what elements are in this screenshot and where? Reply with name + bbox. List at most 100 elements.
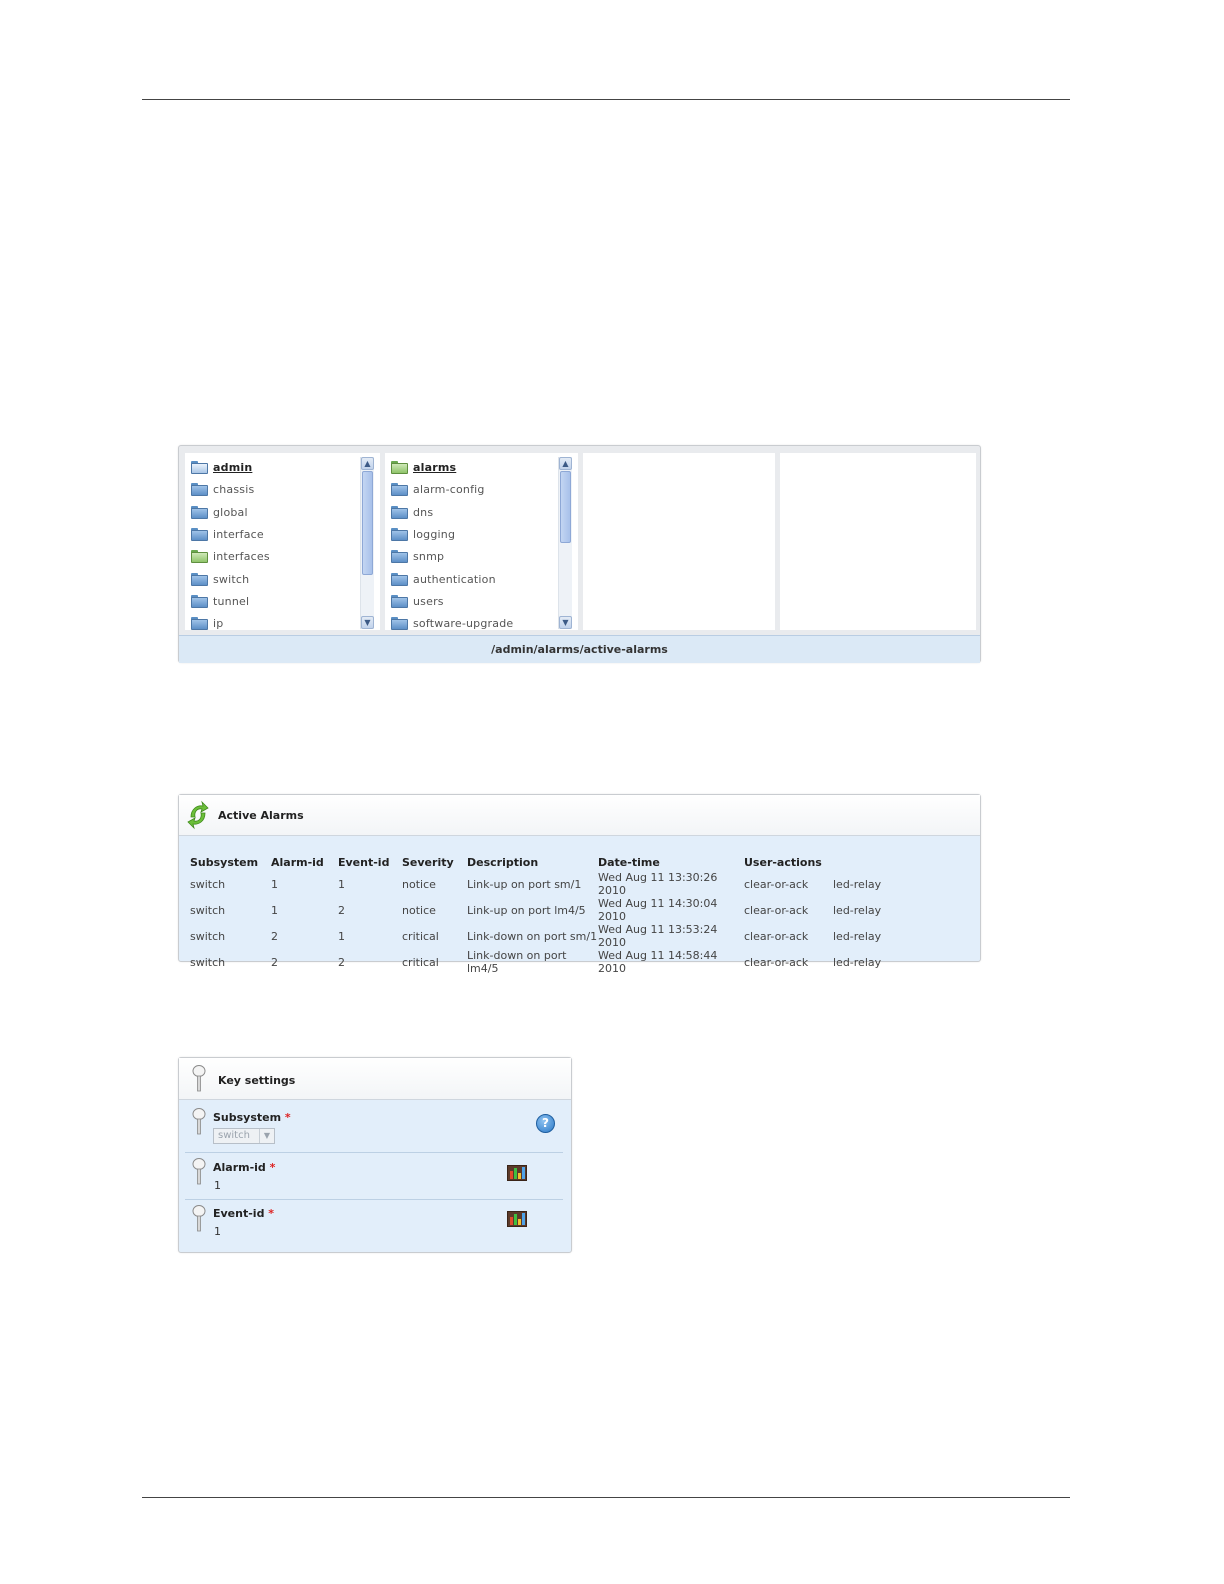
table-row[interactable]: switch 1 1 notice Link-up on port sm/1 W… (190, 871, 893, 897)
field-label: Subsystem * (213, 1111, 291, 1124)
scroll-thumb[interactable] (560, 471, 571, 543)
tree-item-snmp[interactable]: snmp (391, 546, 444, 566)
tree-item-label: alarm-config (413, 482, 485, 496)
tree-item-chassis[interactable]: chassis (191, 479, 254, 499)
column-header[interactable]: Event-id (338, 853, 402, 871)
browser-column-2: alarms alarm-config dns logging snmp aut… (385, 453, 578, 630)
tree-item-alarms[interactable]: alarms (391, 457, 456, 477)
tree-item-users[interactable]: users (391, 591, 444, 611)
cell-date-time: Wed Aug 11 13:30:26 2010 (598, 871, 718, 897)
scroll-down-arrow-icon[interactable]: ▼ (361, 616, 374, 629)
folder-icon (191, 572, 208, 586)
tree-item-logging[interactable]: logging (391, 524, 455, 544)
tree-item-interfaces[interactable]: interfaces (191, 546, 270, 566)
cell-date-time: Wed Aug 11 14:58:44 2010 (598, 949, 718, 975)
folder-icon (391, 482, 408, 496)
action-led-relay[interactable]: led-relay (833, 871, 893, 897)
table-row[interactable]: switch 2 1 critical Link-down on port sm… (190, 923, 893, 949)
scroll-down-arrow-icon[interactable]: ▼ (559, 616, 572, 629)
column-header[interactable]: Date-time (598, 853, 744, 871)
action-clear-or-ack[interactable]: clear-or-ack (744, 871, 833, 897)
tree-item-ip[interactable]: ip (191, 613, 223, 633)
tree-item-label: software-upgrade (413, 616, 514, 630)
panel-title: Active Alarms (218, 809, 304, 822)
cell-alarm-id: 2 (271, 929, 278, 943)
help-icon[interactable]: ? (536, 1114, 555, 1133)
bar-chart-icon[interactable] (507, 1211, 527, 1227)
cell-severity: notice (402, 877, 436, 891)
action-clear-or-ack[interactable]: clear-or-ack (744, 949, 833, 975)
tree-item-label: logging (413, 527, 456, 541)
path-bar: /admin/alarms/active-alarms (179, 635, 980, 663)
browser-column-1: admin chassis global interface interface… (185, 453, 380, 630)
tree-item-label: interface (213, 527, 264, 541)
key-row-event-id: Event-id * 1 (185, 1200, 563, 1248)
cell-description: Link-up on port lm4/5 (467, 903, 586, 917)
tree-item-dns[interactable]: dns (391, 502, 433, 522)
chevron-down-icon[interactable]: ▼ (259, 1129, 274, 1143)
tree-item-label: authentication (413, 572, 496, 586)
column-2-scrollbar[interactable]: ▲ ▼ (558, 457, 572, 629)
cell-severity: critical (402, 955, 439, 969)
cell-subsystem: switch (190, 877, 226, 891)
table-row[interactable]: switch 1 2 notice Link-up on port lm4/5 … (190, 897, 893, 923)
table-row[interactable]: switch 2 2 critical Link-down on port lm… (190, 949, 893, 975)
field-label-text: Subsystem (213, 1111, 282, 1124)
action-led-relay[interactable]: led-relay (833, 923, 893, 949)
tree-item-label: snmp (413, 549, 445, 563)
subsystem-select-value: switch (218, 1130, 250, 1141)
tree-item-label: chassis (213, 482, 255, 496)
tree-item-admin[interactable]: admin (191, 457, 252, 477)
cell-alarm-id: 1 (271, 903, 278, 917)
event-id-value: 1 (214, 1225, 221, 1238)
scroll-up-arrow-icon[interactable]: ▲ (559, 457, 572, 470)
required-marker: * (269, 1161, 276, 1174)
tree-item-authentication[interactable]: authentication (391, 569, 496, 589)
action-clear-or-ack[interactable]: clear-or-ack (744, 923, 833, 949)
tree-item-label: alarms (413, 460, 457, 474)
scroll-thumb[interactable] (362, 471, 373, 575)
tree-item-alarm-config[interactable]: alarm-config (391, 479, 485, 499)
cell-date-time: Wed Aug 11 13:53:24 2010 (598, 923, 718, 949)
key-pin-icon (192, 1065, 206, 1092)
column-header[interactable]: Severity (402, 853, 467, 871)
action-led-relay[interactable]: led-relay (833, 949, 893, 975)
column-header[interactable]: User-actions (744, 853, 833, 871)
folder-icon (191, 482, 208, 496)
cell-event-id: 2 (338, 955, 345, 969)
tree-item-label: dns (413, 505, 434, 519)
action-led-relay[interactable]: led-relay (833, 897, 893, 923)
field-label: Event-id * (213, 1207, 274, 1220)
field-label-text: Alarm-id (213, 1161, 266, 1174)
folder-icon (191, 505, 208, 519)
cell-description: Link-down on port sm/1 (467, 929, 598, 943)
folder-icon (191, 594, 208, 608)
column-header[interactable]: Alarm-id (271, 853, 338, 871)
scroll-up-arrow-icon[interactable]: ▲ (361, 457, 374, 470)
cell-alarm-id: 2 (271, 955, 278, 969)
action-clear-or-ack[interactable]: clear-or-ack (744, 897, 833, 923)
key-pin-icon (192, 1205, 206, 1232)
subsystem-select[interactable]: switch ▼ (213, 1128, 275, 1144)
column-header[interactable]: Subsystem (190, 853, 271, 871)
config-browser: admin chassis global interface interface… (178, 445, 981, 663)
tree-item-global[interactable]: global (191, 502, 248, 522)
cell-subsystem: switch (190, 903, 226, 917)
tree-item-label: interfaces (213, 549, 270, 563)
cell-severity: critical (402, 929, 439, 943)
tree-item-software-upgrade[interactable]: software-upgrade (391, 613, 513, 633)
bar-chart-icon[interactable] (507, 1165, 527, 1181)
column-header[interactable]: Description (467, 853, 598, 871)
tree-item-tunnel[interactable]: tunnel (191, 591, 249, 611)
field-label-text: Event-id (213, 1207, 265, 1220)
key-row-alarm-id: Alarm-id * 1 (185, 1153, 563, 1200)
folder-icon (391, 505, 408, 519)
refresh-icon[interactable] (187, 800, 209, 830)
column-1-scrollbar[interactable]: ▲ ▼ (360, 457, 374, 629)
tree-item-switch[interactable]: switch (191, 569, 249, 589)
tree-item-label: users (413, 594, 444, 608)
panel-header: Active Alarms (179, 795, 980, 836)
folder-open-green-icon (391, 460, 408, 474)
tree-item-interface[interactable]: interface (191, 524, 264, 544)
field-label: Alarm-id * (213, 1161, 275, 1174)
